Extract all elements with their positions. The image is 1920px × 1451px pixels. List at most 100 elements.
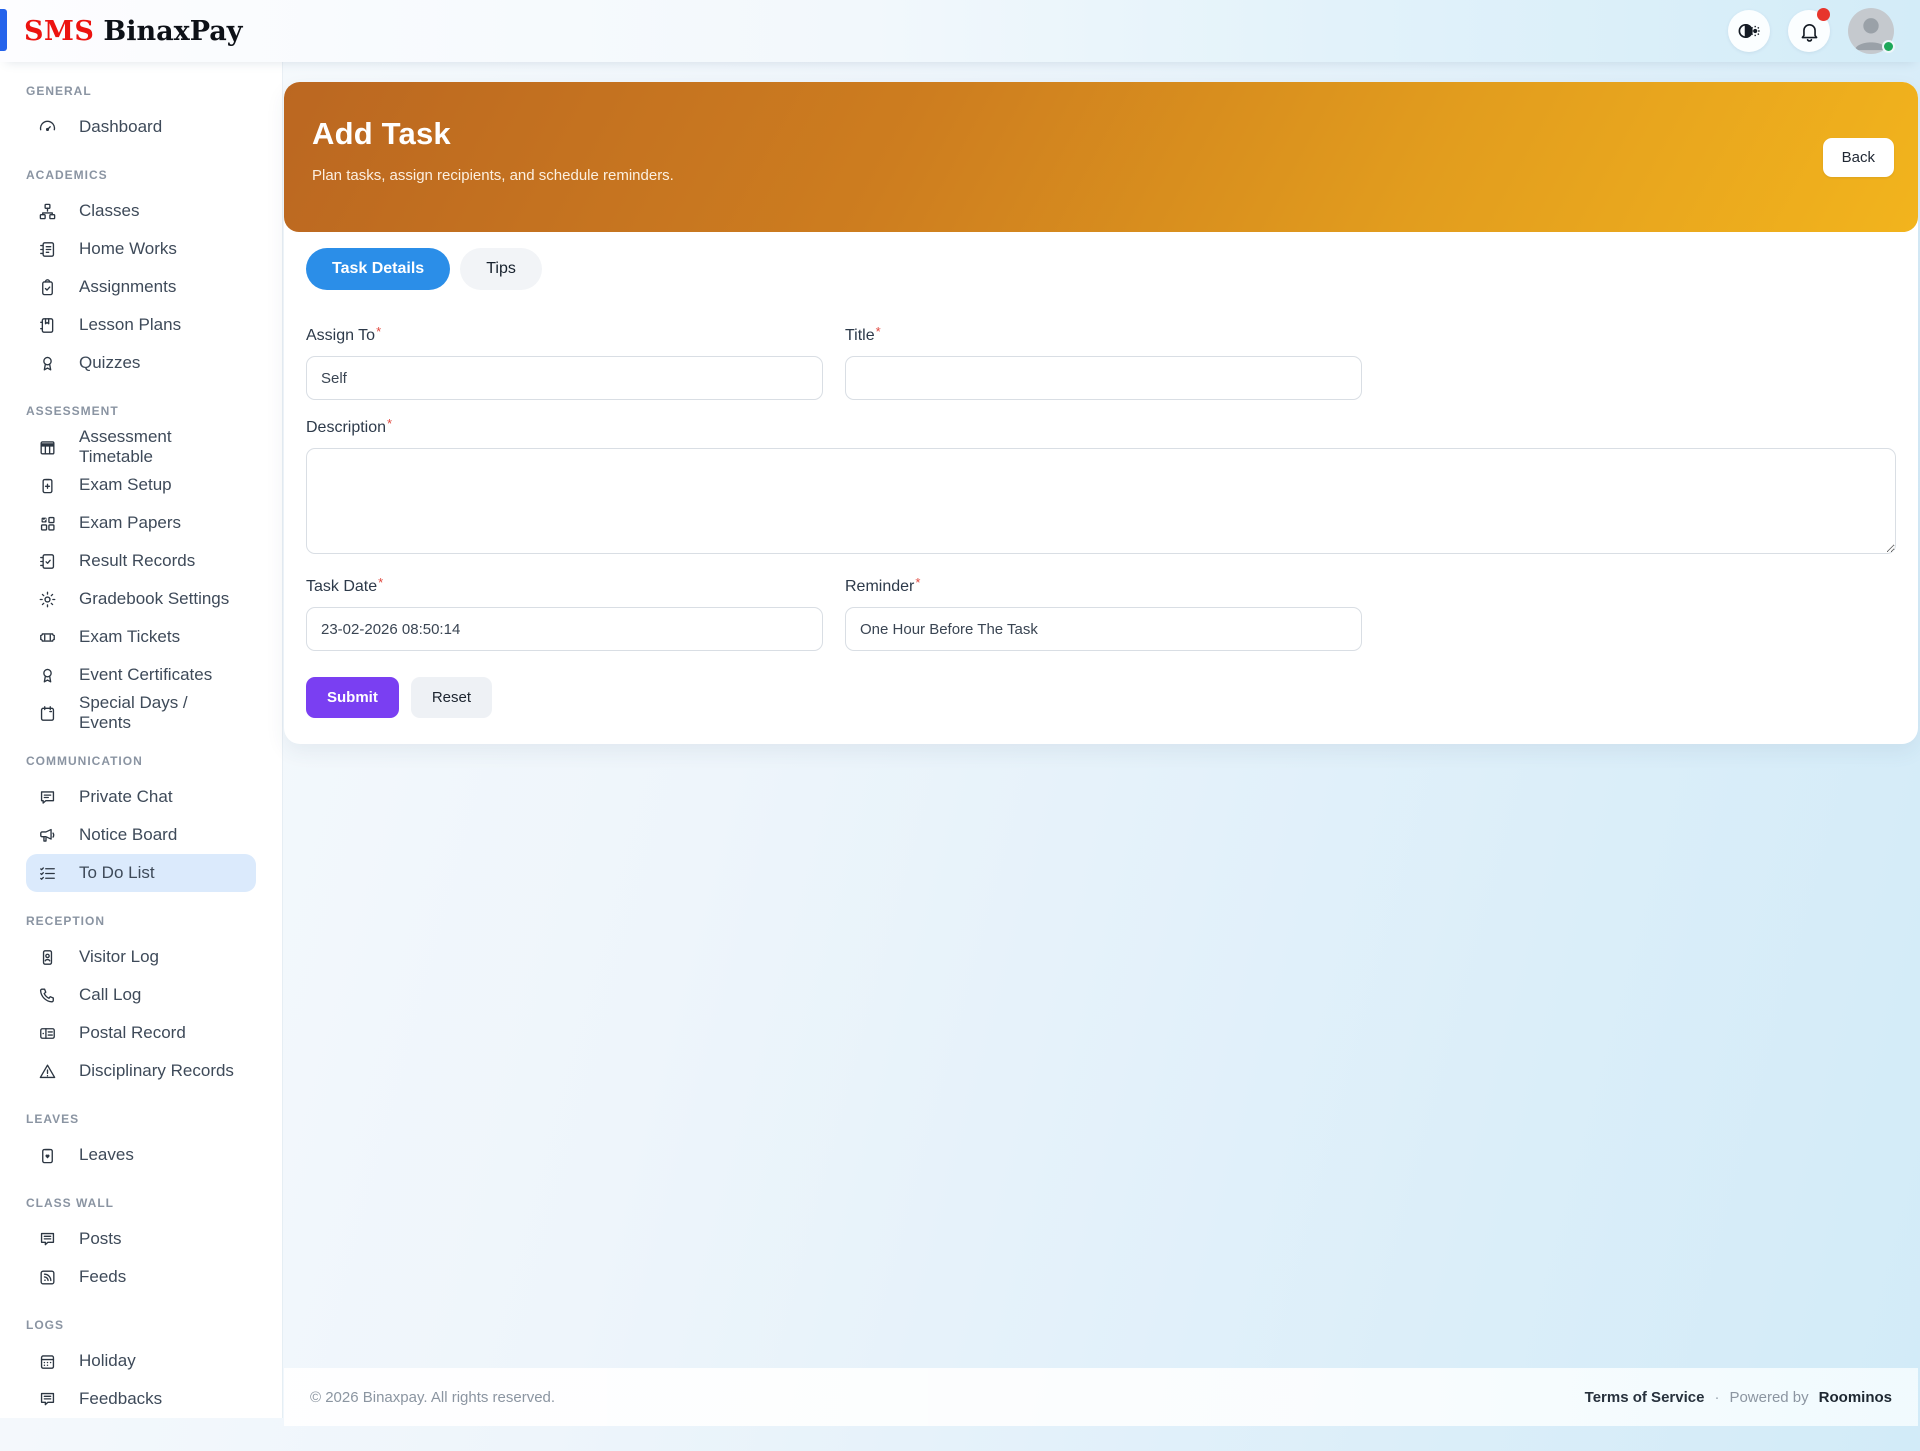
tab-task-details[interactable]: Task Details <box>306 248 450 290</box>
sidebar-item-dashboard[interactable]: Dashboard <box>26 108 256 146</box>
sidebar-item-private-chat[interactable]: Private Chat <box>26 778 256 816</box>
sidebar-section-title: RECEPTION <box>0 914 282 928</box>
calendar-dots-icon <box>38 1352 57 1371</box>
sidebar-item-lesson-plans[interactable]: Lesson Plans <box>26 306 256 344</box>
sidebar-item-special-days-events[interactable]: Special Days / Events <box>26 694 256 732</box>
sidebar-item-feedbacks[interactable]: Feedbacks <box>26 1380 256 1418</box>
sidebar-item-notice-board[interactable]: Notice Board <box>26 816 256 854</box>
postal-icon <box>38 1024 57 1043</box>
sidebar-item-leaves[interactable]: Leaves <box>26 1136 256 1174</box>
online-status-dot <box>1882 40 1895 53</box>
terms-of-service-link[interactable]: Terms of Service <box>1585 1389 1705 1406</box>
sidebar-item-disciplinary-records[interactable]: Disciplinary Records <box>26 1052 256 1090</box>
main-content: Add Task Plan tasks, assign recipients, … <box>282 62 1920 1451</box>
sidebar-item-home-works[interactable]: Home Works <box>26 230 256 268</box>
chat-lines-icon <box>38 1390 57 1409</box>
sidebar-section-title: COMMUNICATION <box>0 754 282 768</box>
title-input[interactable] <box>845 356 1362 400</box>
sidebar-section-title: ACADEMICS <box>0 168 282 182</box>
sidebar-item-label: Gradebook Settings <box>79 589 229 609</box>
sidebar-item-label: Classes <box>79 201 139 221</box>
megaphone-icon <box>38 826 57 845</box>
sidebar-item-label: Assessment Timetable <box>79 427 244 467</box>
sidebar-item-exam-tickets[interactable]: Exam Tickets <box>26 618 256 656</box>
footer: © 2026 Binaxpay. All rights reserved. Te… <box>284 1368 1918 1426</box>
sidebar-item-result-records[interactable]: Result Records <box>26 542 256 580</box>
notifications-button[interactable] <box>1788 10 1830 52</box>
todo-list-icon <box>38 864 57 883</box>
sidebar-item-feeds[interactable]: Feeds <box>26 1258 256 1296</box>
sidebar-item-exam-setup[interactable]: Exam Setup <box>26 466 256 504</box>
theme-toggle-button[interactable] <box>1728 10 1770 52</box>
sidebar-section-title: LEAVES <box>0 1112 282 1126</box>
reminder-select[interactable] <box>845 607 1362 651</box>
assign-to-select[interactable] <box>306 356 823 400</box>
sidebar-item-call-log[interactable]: Call Log <box>26 976 256 1014</box>
sidebar-item-assignments[interactable]: Assignments <box>26 268 256 306</box>
reset-button[interactable]: Reset <box>411 677 492 718</box>
topbar-actions <box>1728 8 1920 54</box>
powered-by-text: Powered by <box>1729 1389 1808 1406</box>
task-form: Assign To* Title* Description* Task Date… <box>284 290 1918 744</box>
tab-bar: Task Details Tips <box>284 232 1918 290</box>
gauge-icon <box>38 118 57 137</box>
ticket-icon <box>38 628 57 647</box>
sidebar-item-label: Posts <box>79 1229 122 1249</box>
clipboard-plus-icon <box>38 476 57 495</box>
clipboard-check-icon <box>38 278 57 297</box>
checkbox-grid-icon <box>38 514 57 533</box>
task-date-input[interactable] <box>306 607 823 651</box>
sidebar-item-classes[interactable]: Classes <box>26 192 256 230</box>
book-icon <box>38 316 57 335</box>
chat-lines-icon <box>38 1230 57 1249</box>
sitemap-icon <box>38 202 57 221</box>
warning-triangle-icon <box>38 1062 57 1081</box>
submit-button[interactable]: Submit <box>306 677 399 718</box>
sidebar-item-event-certificates[interactable]: Event Certificates <box>26 656 256 694</box>
clipboard-heart-icon <box>38 1146 57 1165</box>
footer-separator: · <box>1714 1389 1719 1406</box>
logo-prefix: SMS <box>24 16 94 47</box>
description-label: Description* <box>306 416 1896 437</box>
sidebar-section-title: CLASS WALL <box>0 1196 282 1210</box>
sidebar-item-exam-papers[interactable]: Exam Papers <box>26 504 256 542</box>
reminder-label: Reminder* <box>845 575 1362 596</box>
sidebar-item-label: Feeds <box>79 1267 126 1287</box>
sidebar-item-label: Visitor Log <box>79 947 159 967</box>
sidebar-item-label: Quizzes <box>79 353 140 373</box>
sidebar-item-quizzes[interactable]: Quizzes <box>26 344 256 382</box>
sidebar-item-label: Notice Board <box>79 825 177 845</box>
profile-menu[interactable] <box>1848 8 1894 54</box>
bell-icon <box>1798 20 1821 43</box>
title-label: Title* <box>845 324 1362 345</box>
id-card-icon <box>38 948 57 967</box>
sidebar-item-label: Dashboard <box>79 117 162 137</box>
sidebar-item-posts[interactable]: Posts <box>26 1220 256 1258</box>
sidebar-item-visitor-log[interactable]: Visitor Log <box>26 938 256 976</box>
sidebar-item-gradebook-settings[interactable]: Gradebook Settings <box>26 580 256 618</box>
sidebar-item-postal-record[interactable]: Postal Record <box>26 1014 256 1052</box>
sidebar-item-label: Assignments <box>79 277 176 297</box>
sidebar-item-label: Call Log <box>79 985 141 1005</box>
description-textarea[interactable] <box>306 448 1896 554</box>
sidebar-section-title: LOGS <box>0 1318 282 1332</box>
sidebar-item-holiday[interactable]: Holiday <box>26 1342 256 1380</box>
vendor-link[interactable]: Roominos <box>1819 1389 1892 1406</box>
app-logo[interactable]: SMS BinaxPay <box>0 16 242 47</box>
calendar-icon <box>38 704 57 723</box>
sidebar-item-to-do-list[interactable]: To Do List <box>26 854 256 892</box>
tab-tips[interactable]: Tips <box>460 248 542 290</box>
sidebar-item-assessment-timetable[interactable]: Assessment Timetable <box>26 428 256 466</box>
back-button[interactable]: Back <box>1823 138 1894 177</box>
logo-brand: BinaxPay <box>103 16 242 47</box>
add-task-card: Add Task Plan tasks, assign recipients, … <box>284 82 1918 744</box>
theme-contrast-sun-icon <box>1737 19 1761 43</box>
page-header: Add Task Plan tasks, assign recipients, … <box>284 82 1918 232</box>
notification-badge-dot <box>1817 8 1830 21</box>
medal-icon <box>38 354 57 373</box>
sidebar-item-label: Leaves <box>79 1145 134 1165</box>
assign-to-label: Assign To* <box>306 324 823 345</box>
sidebar-item-label: Holiday <box>79 1351 136 1371</box>
medal-icon <box>38 666 57 685</box>
copyright-text: © 2026 Binaxpay. All rights reserved. <box>310 1389 555 1406</box>
